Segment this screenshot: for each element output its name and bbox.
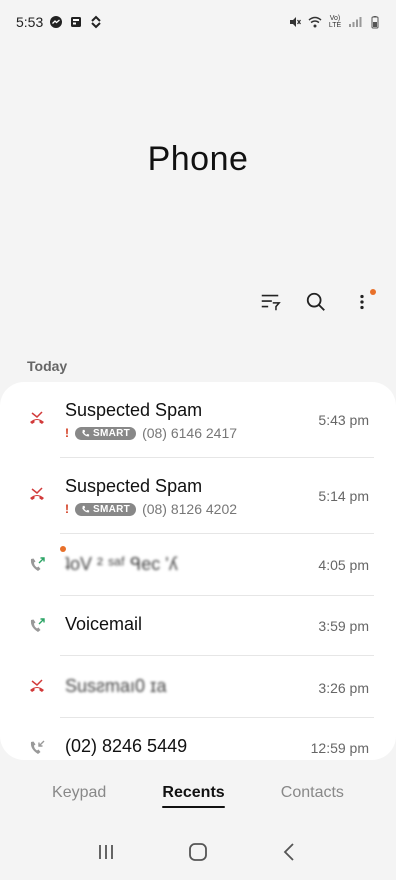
recent-apps-button[interactable] (94, 842, 118, 866)
tab-keypad[interactable]: Keypad (52, 784, 106, 808)
toolbar (258, 289, 376, 318)
call-time: 3:59 pm (318, 618, 369, 634)
call-info: Suspected Spam ! SMART (08) 6146 2417 (65, 400, 237, 441)
call-row[interactable]: Suspected Spam ! SMART (08) 8126 4202 5:… (0, 458, 396, 534)
missed-call-icon (26, 408, 48, 430)
call-row[interactable]: Voicemail 3:59 pm (0, 596, 396, 656)
unread-dot (60, 546, 66, 552)
section-label-today: Today (27, 358, 68, 374)
filter-button[interactable] (258, 292, 282, 316)
call-time: 3:26 pm (318, 680, 369, 696)
call-info: (02) 8246 5449 (65, 736, 187, 757)
call-row[interactable]: (02) 8246 5449 12:59 pm (0, 718, 396, 760)
notification-dot (370, 289, 376, 295)
system-nav-bar (0, 836, 396, 872)
call-time: 4:05 pm (318, 557, 369, 573)
call-time: 12:59 pm (310, 740, 369, 756)
smart-badge-label: SMART (93, 503, 131, 515)
status-time: 5:53 (16, 14, 44, 30)
status-right: Vo) LTE (288, 15, 382, 29)
mute-icon (288, 15, 302, 29)
call-time: 5:14 pm (318, 488, 369, 504)
caller-name: ʇoV ² ˢᵃᶠ ᑫec 'ʎ (65, 554, 178, 574)
call-info: Voicemail (65, 614, 142, 635)
call-row[interactable]: ʇoV ² ˢᵃᶠ ᑫec 'ʎ 4:05 pm (0, 534, 396, 596)
phone-number: (08) 6146 2417 (142, 425, 238, 441)
call-row[interactable]: Suspected Spam ! SMART (08) 6146 2417 5:… (0, 382, 396, 458)
messenger-icon (49, 15, 63, 29)
call-details: ! SMART (08) 8126 4202 (65, 501, 237, 517)
caller-name: (02) 8246 5449 (65, 736, 188, 756)
status-bar: 5:53 Vo) LTE (0, 0, 396, 44)
recent-apps-icon (95, 841, 117, 868)
status-left: 5:53 (16, 14, 103, 30)
home-button[interactable] (186, 842, 210, 866)
phone-number: (08) 8126 4202 (142, 501, 238, 517)
bottom-tabs: Keypad Recents Contacts (0, 784, 396, 808)
back-button[interactable] (278, 842, 302, 866)
smart-badge-label: SMART (93, 427, 131, 439)
battery-icon (368, 15, 382, 29)
missed-call-icon (26, 676, 48, 698)
call-info: Susƨmaı0 ɪa (65, 676, 166, 697)
volte-label: Vo) LTE (328, 15, 342, 29)
warning-icon: ! (65, 426, 69, 440)
search-button[interactable] (304, 292, 328, 316)
missed-call-icon (26, 484, 48, 506)
warning-icon: ! (65, 502, 69, 516)
caller-name: Voicemail (65, 614, 143, 634)
app-notification-icon (69, 15, 83, 29)
call-info: Suspected Spam ! SMART (08) 8126 4202 (65, 476, 237, 517)
caller-name: Susƨmaı0 ɪa (65, 676, 167, 696)
smart-badge: SMART (75, 502, 137, 516)
caller-name: Suspected Spam (65, 400, 203, 420)
call-time: 5:43 pm (318, 412, 369, 428)
search-icon (305, 291, 327, 318)
call-info: ʇoV ² ˢᵃᶠ ᑫec 'ʎ (65, 554, 178, 575)
data-sync-icon (89, 15, 103, 29)
back-icon (279, 841, 301, 868)
call-details: ! SMART (08) 6146 2417 (65, 425, 237, 441)
tab-recents[interactable]: Recents (162, 784, 225, 808)
recents-list: Suspected Spam ! SMART (08) 6146 2417 5:… (0, 382, 396, 760)
incoming-call-icon (26, 737, 48, 759)
signal-icon (348, 15, 362, 29)
tab-contacts[interactable]: Contacts (281, 784, 344, 808)
call-row[interactable]: Susƨmaı0 ɪa 3:26 pm (0, 656, 396, 718)
caller-name: Suspected Spam (65, 476, 203, 496)
outgoing-call-icon (26, 615, 48, 637)
outgoing-call-icon (26, 554, 48, 576)
page-title: Phone (147, 140, 249, 178)
filter-icon (259, 291, 281, 318)
more-options-button[interactable] (350, 289, 376, 318)
more-vert-icon (351, 291, 373, 318)
smart-badge: SMART (75, 426, 137, 440)
home-icon (187, 841, 209, 868)
wifi-icon (308, 15, 322, 29)
